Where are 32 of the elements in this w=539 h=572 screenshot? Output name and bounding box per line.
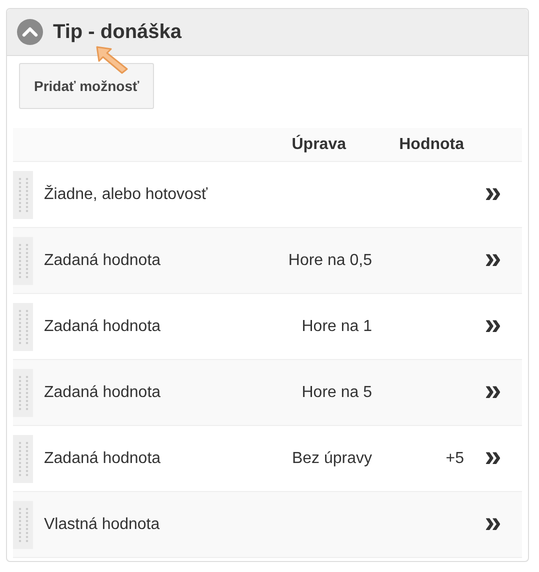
open-link[interactable]: » xyxy=(484,178,502,212)
pointer-arrow-icon xyxy=(95,45,129,75)
column-header: Úprava xyxy=(292,136,348,154)
table-row[interactable]: Vlastná hodnota » xyxy=(13,492,522,558)
table-cell: +5 xyxy=(446,450,464,466)
table-cell-text: Zadaná hodnota xyxy=(44,384,162,402)
open-link[interactable]: » xyxy=(484,442,502,476)
collapse-icon[interactable] xyxy=(17,19,43,45)
add-option-button[interactable]: Pridať možnosť xyxy=(19,63,154,109)
table-row[interactable]: Zadaná hodnota Hore na 5 » xyxy=(13,360,522,426)
open-link[interactable]: » xyxy=(484,508,502,542)
drag-handle-icon[interactable] xyxy=(13,236,33,284)
table-cell: Hore na 0,5 xyxy=(288,252,372,268)
open-link[interactable]: » xyxy=(484,244,502,278)
table-cell: Hore na 5 xyxy=(302,384,372,400)
table-cell: Bez úpravy xyxy=(292,450,372,466)
open-link[interactable]: » xyxy=(484,376,502,410)
drag-handle-icon[interactable] xyxy=(13,434,33,482)
drag-handle-icon[interactable] xyxy=(13,302,33,350)
column-header: Hodnota xyxy=(399,136,464,154)
open-link[interactable]: » xyxy=(484,310,502,344)
panel-title: Tip - donáška xyxy=(53,20,182,44)
drag-handle-icon[interactable] xyxy=(13,368,33,416)
table-cell: Hore na 1 xyxy=(302,318,372,334)
drag-handle-icon[interactable] xyxy=(13,500,33,548)
drag-handle-icon[interactable] xyxy=(13,170,33,218)
table-cell-text: Vlastná hodnota xyxy=(44,516,161,534)
table-cell-text: Žiadne, alebo hotovosť xyxy=(44,186,209,204)
table-row[interactable]: Zadaná hodnota Hore na 0,5 » xyxy=(13,228,522,294)
table-cell-text: Zadaná hodnota xyxy=(44,318,162,336)
table-cell-text: Zadaná hodnota xyxy=(44,252,162,270)
table-cell-text: Zadaná hodnota xyxy=(44,450,162,468)
